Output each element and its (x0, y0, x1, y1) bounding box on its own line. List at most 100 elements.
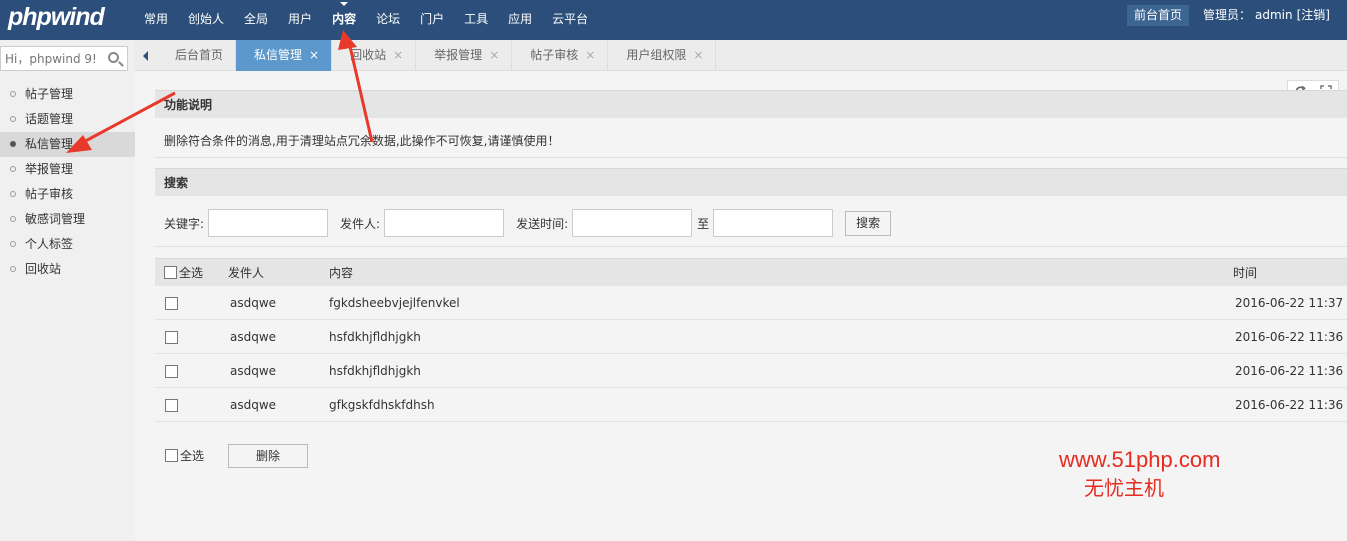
tab-message-management[interactable]: 私信管理 × (236, 40, 333, 71)
close-icon[interactable]: × (693, 40, 703, 71)
search-icon[interactable] (108, 52, 119, 63)
nav-item-apps[interactable]: 应用 (498, 0, 542, 40)
start-time-input[interactable] (572, 209, 693, 237)
close-icon[interactable]: × (585, 40, 595, 71)
keyword-input[interactable] (208, 209, 329, 237)
top-bar: phpwind 常用 创始人 全局 用户 内容 论坛 门户 工具 应用 云平台 … (0, 0, 1347, 40)
table-header: 全选 发件人 内容 时间 (155, 258, 1347, 286)
search-form: 关键字: 发件人: 发送时间: 至 搜索 (164, 209, 892, 237)
sidebar-item-label: 回收站 (25, 262, 62, 276)
select-all-checkbox[interactable] (164, 266, 177, 279)
tab-scroll-left-icon[interactable] (135, 40, 157, 71)
tab-report-management[interactable]: 举报管理 × (416, 40, 513, 71)
row-checkbox[interactable] (165, 331, 178, 344)
bullet-icon (10, 166, 16, 172)
footer-select-all-checkbox[interactable] (165, 449, 178, 462)
tab-label: 后台首页 (175, 48, 224, 62)
sidebar-item-personal-tags[interactable]: 个人标签 (0, 232, 135, 257)
sidebar-item-label: 举报管理 (25, 162, 74, 176)
nav-item-common[interactable]: 常用 (134, 0, 178, 40)
tab-label: 私信管理 (254, 48, 303, 62)
table-row: asdqwe fgkdsheebvjejlfenvkel 2016-06-22 … (155, 286, 1347, 320)
nav-item-founder[interactable]: 创始人 (178, 0, 234, 40)
bullet-icon (10, 266, 16, 272)
sidebar-item-sensitive-words[interactable]: 敏感词管理 (0, 207, 135, 232)
close-icon[interactable]: × (309, 40, 319, 71)
watermark-name: 无忧主机 (1084, 476, 1164, 500)
bullet-icon (10, 91, 16, 97)
row-checkbox[interactable] (165, 399, 178, 412)
nav-item-tools[interactable]: 工具 (454, 0, 498, 40)
bullet-icon (10, 216, 16, 222)
tab-recycle-bin[interactable]: 回收站 × (332, 40, 417, 71)
close-icon[interactable]: × (393, 40, 403, 71)
table-row: asdqwe hsfdkhjfldhjgkh 2016-06-22 11:36 (155, 354, 1347, 388)
delete-button[interactable]: 删除 (228, 444, 308, 468)
admin-name: admin (1255, 8, 1293, 22)
tab-label: 用户组权限 (626, 48, 687, 62)
close-icon[interactable]: × (489, 40, 499, 71)
row-content: hsfdkhjfldhjgkh (329, 364, 421, 378)
column-header-sender: 发件人 (228, 266, 265, 280)
nav-item-content[interactable]: 内容 (322, 0, 366, 40)
end-time-input[interactable] (713, 209, 834, 237)
row-sender: asdqwe (230, 296, 277, 310)
top-nav: 常用 创始人 全局 用户 内容 论坛 门户 工具 应用 云平台 (134, 0, 598, 40)
nav-item-global[interactable]: 全局 (234, 0, 278, 40)
row-time: 2016-06-22 11:36 (1235, 398, 1344, 412)
column-header-content: 内容 (329, 266, 354, 280)
tab-label: 帖子审核 (530, 48, 579, 62)
sidebar-item-post-review[interactable]: 帖子审核 (0, 182, 135, 207)
tab-admin-home[interactable]: 后台首页 (157, 40, 237, 71)
sidebar-item-label: 个人标签 (25, 237, 74, 251)
sidebar-item-reports[interactable]: 举报管理 (0, 157, 135, 182)
sender-input[interactable] (384, 209, 505, 237)
nav-item-cloud[interactable]: 云平台 (542, 0, 598, 40)
keyword-label: 关键字: (164, 216, 205, 231)
table-row: asdqwe gfkgskfdhskfdhsh 2016-06-22 11:36 (155, 388, 1347, 422)
row-sender: asdqwe (230, 398, 277, 412)
sidebar-search-input[interactable] (1, 47, 101, 70)
bullet-icon (10, 191, 16, 197)
row-time: 2016-06-22 11:36 (1235, 330, 1344, 344)
row-content: fgkdsheebvjejlfenvkel (329, 296, 460, 310)
bullet-icon (10, 141, 16, 147)
tab-label: 回收站 (350, 48, 387, 62)
watermark-url: www.51php.com (1059, 447, 1221, 472)
watermark: www.51php.com 无忧主机 (1059, 447, 1221, 500)
table-row: asdqwe hsfdkhjfldhjgkh 2016-06-22 11:36 (155, 320, 1347, 354)
sidebar-item-label: 话题管理 (25, 112, 74, 126)
sidebar-item-label: 帖子审核 (25, 187, 74, 201)
row-sender: asdqwe (230, 364, 277, 378)
nav-item-users[interactable]: 用户 (278, 0, 322, 40)
tab-post-review[interactable]: 帖子审核 × (512, 40, 609, 71)
nav-item-forum[interactable]: 论坛 (366, 0, 410, 40)
intro-title: 功能说明 (155, 90, 1347, 118)
nav-item-portal[interactable]: 门户 (410, 0, 454, 40)
row-checkbox[interactable] (165, 297, 178, 310)
intro-text: 删除符合条件的消息,用于清理站点冗余数据,此操作不可恢复,请谨慎使用！ (164, 134, 560, 148)
sender-label: 发件人: (340, 216, 381, 231)
sidebar-search (0, 46, 128, 71)
phpwind-logo[interactable]: phpwind (8, 3, 105, 32)
front-home-button[interactable]: 前台首页 (1127, 5, 1189, 26)
sidebar-item-label: 敏感词管理 (25, 212, 86, 226)
search-title: 搜索 (155, 168, 1347, 196)
sidebar-item-messages[interactable]: 私信管理 (0, 132, 135, 157)
tab-group-permissions[interactable]: 用户组权限 × (608, 40, 717, 71)
tabs: 后台首页 私信管理 × 回收站 × 举报管理 × 帖子审核 × 用户组权限 × (157, 40, 717, 71)
footer-select-all-label: 全选 (180, 449, 205, 463)
bullet-icon (10, 116, 16, 122)
row-time: 2016-06-22 11:36 (1235, 364, 1344, 378)
divider (155, 157, 1347, 158)
send-time-label: 发送时间: (516, 216, 569, 231)
search-button[interactable]: 搜索 (845, 210, 892, 236)
row-checkbox[interactable] (165, 365, 178, 378)
sidebar-item-recycle-bin[interactable]: 回收站 (0, 257, 135, 282)
column-header-time: 时间 (1233, 266, 1258, 280)
logout-link[interactable]: [注销] (1297, 8, 1330, 22)
sidebar-item-topics[interactable]: 话题管理 (0, 107, 135, 132)
row-time: 2016-06-22 11:37 (1235, 296, 1344, 310)
to-label: 至 (697, 216, 710, 231)
sidebar-item-posts[interactable]: 帖子管理 (0, 82, 135, 107)
